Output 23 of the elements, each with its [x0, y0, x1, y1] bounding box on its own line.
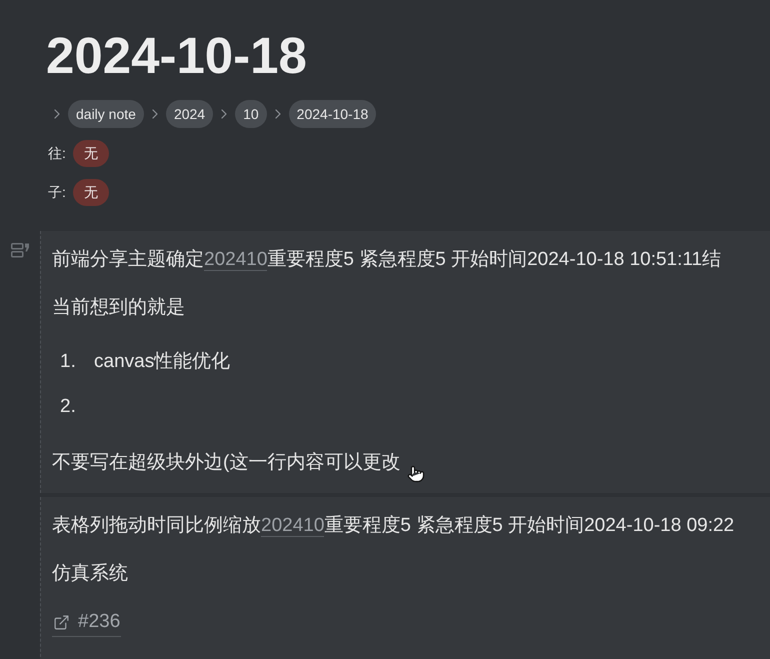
breadcrumb-item[interactable]: daily note [68, 100, 144, 128]
list-number: 1. [60, 350, 77, 374]
breadcrumb-item[interactable]: 10 [235, 100, 267, 128]
list-number: 2. [60, 395, 77, 419]
hand-cursor-icon [407, 463, 425, 485]
task-line: 前端分享主题确定202410重要程度5 紧急程度5 开始时间2024-10-18 10:51:11结 [52, 248, 722, 273]
paragraph: 不要写在超级块外边(这一行内容可以更改 [52, 451, 400, 475]
paragraph: 仿真系统 [52, 562, 128, 586]
block-handle-icon[interactable] [11, 243, 29, 258]
paragraph: 当前想到的就是 [52, 296, 185, 320]
date-ref-link[interactable]: 202410 [204, 249, 268, 271]
relation-label: 往: [48, 144, 66, 162]
relation-tag[interactable]: 无 [72, 140, 109, 167]
breadcrumb-item[interactable]: 2024 [166, 100, 214, 128]
breadcrumb-item[interactable]: 2024-10-18 [288, 100, 376, 128]
task-line: 表格列拖动时同比例缩放202410重要程度5 紧急程度5 开始时间2024-10-18 09:22 [52, 514, 734, 539]
issue-link[interactable]: #236 [52, 608, 122, 637]
relation-tag[interactable]: 无 [72, 179, 109, 206]
relation-label: 子: [48, 184, 66, 202]
list-item-text: canvas性能优化 [94, 350, 230, 374]
external-link-icon [53, 614, 70, 630]
date-ref-link[interactable]: 202410 [261, 515, 324, 537]
page-title: 2024-10-18 [46, 26, 307, 86]
